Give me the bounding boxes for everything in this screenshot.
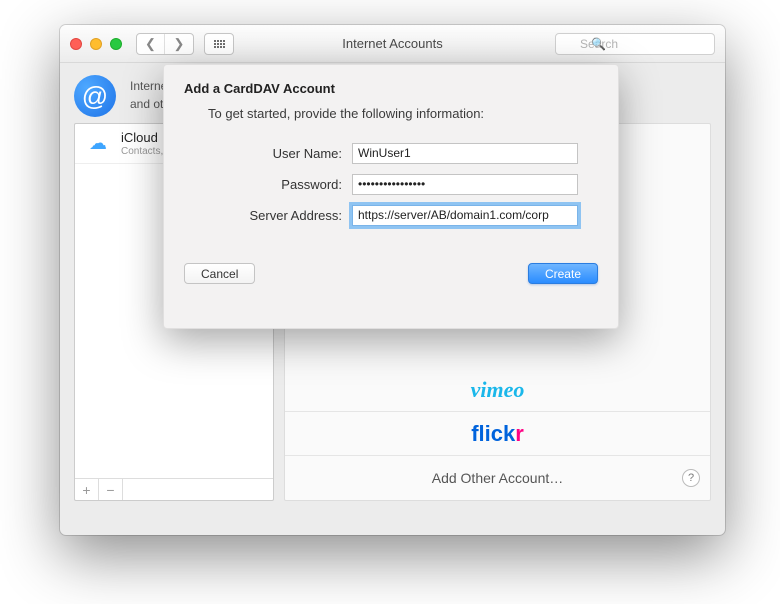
forward-button[interactable]: ❯ <box>165 34 193 54</box>
provider-vimeo[interactable]: vimeo <box>285 368 710 412</box>
nav-segment: ❮ ❯ <box>136 33 194 55</box>
search-wrap: 🔍 <box>555 33 715 55</box>
show-all-button[interactable] <box>204 33 234 55</box>
vimeo-logo: vimeo <box>471 377 525 403</box>
flickr-logo-2: r <box>515 421 524 447</box>
search-input[interactable] <box>555 33 715 55</box>
internet-accounts-icon: @ <box>74 75 116 117</box>
grid-icon <box>214 40 225 48</box>
titlebar: ❮ ❯ Internet Accounts 🔍 <box>60 25 725 63</box>
password-field[interactable] <box>352 174 578 195</box>
cloud-icon: ☁ <box>83 133 113 155</box>
row-username: User Name: <box>184 139 598 167</box>
window-controls <box>70 38 122 50</box>
remove-account-button[interactable]: − <box>99 479 123 500</box>
row-password: Password: <box>184 170 598 198</box>
sheet-title: Add a CardDAV Account <box>184 81 598 96</box>
add-account-button[interactable]: + <box>75 479 99 500</box>
zoom-window-button[interactable] <box>110 38 122 50</box>
row-server: Server Address: <box>184 201 598 229</box>
window-title: Internet Accounts <box>342 36 442 51</box>
label-username: User Name: <box>184 146 352 161</box>
add-carddav-sheet: Add a CardDAV Account To get started, pr… <box>163 64 619 329</box>
cancel-button[interactable]: Cancel <box>184 263 255 284</box>
server-address-field[interactable] <box>352 205 578 226</box>
add-other-label: Add Other Account… <box>432 470 564 486</box>
label-server: Server Address: <box>184 208 352 223</box>
provider-flickr[interactable]: flickr <box>285 412 710 456</box>
back-button[interactable]: ❮ <box>137 34 165 54</box>
sidebar-footer: + − <box>75 478 273 500</box>
minimize-window-button[interactable] <box>90 38 102 50</box>
create-button[interactable]: Create <box>528 263 598 284</box>
sheet-hint: To get started, provide the following in… <box>208 106 598 121</box>
username-field[interactable] <box>352 143 578 164</box>
close-window-button[interactable] <box>70 38 82 50</box>
sheet-buttons: Cancel Create <box>184 263 598 284</box>
label-password: Password: <box>184 177 352 192</box>
help-button[interactable]: ? <box>682 469 700 487</box>
flickr-logo-1: flick <box>471 421 515 447</box>
add-other-account[interactable]: Add Other Account… ? <box>285 456 710 500</box>
